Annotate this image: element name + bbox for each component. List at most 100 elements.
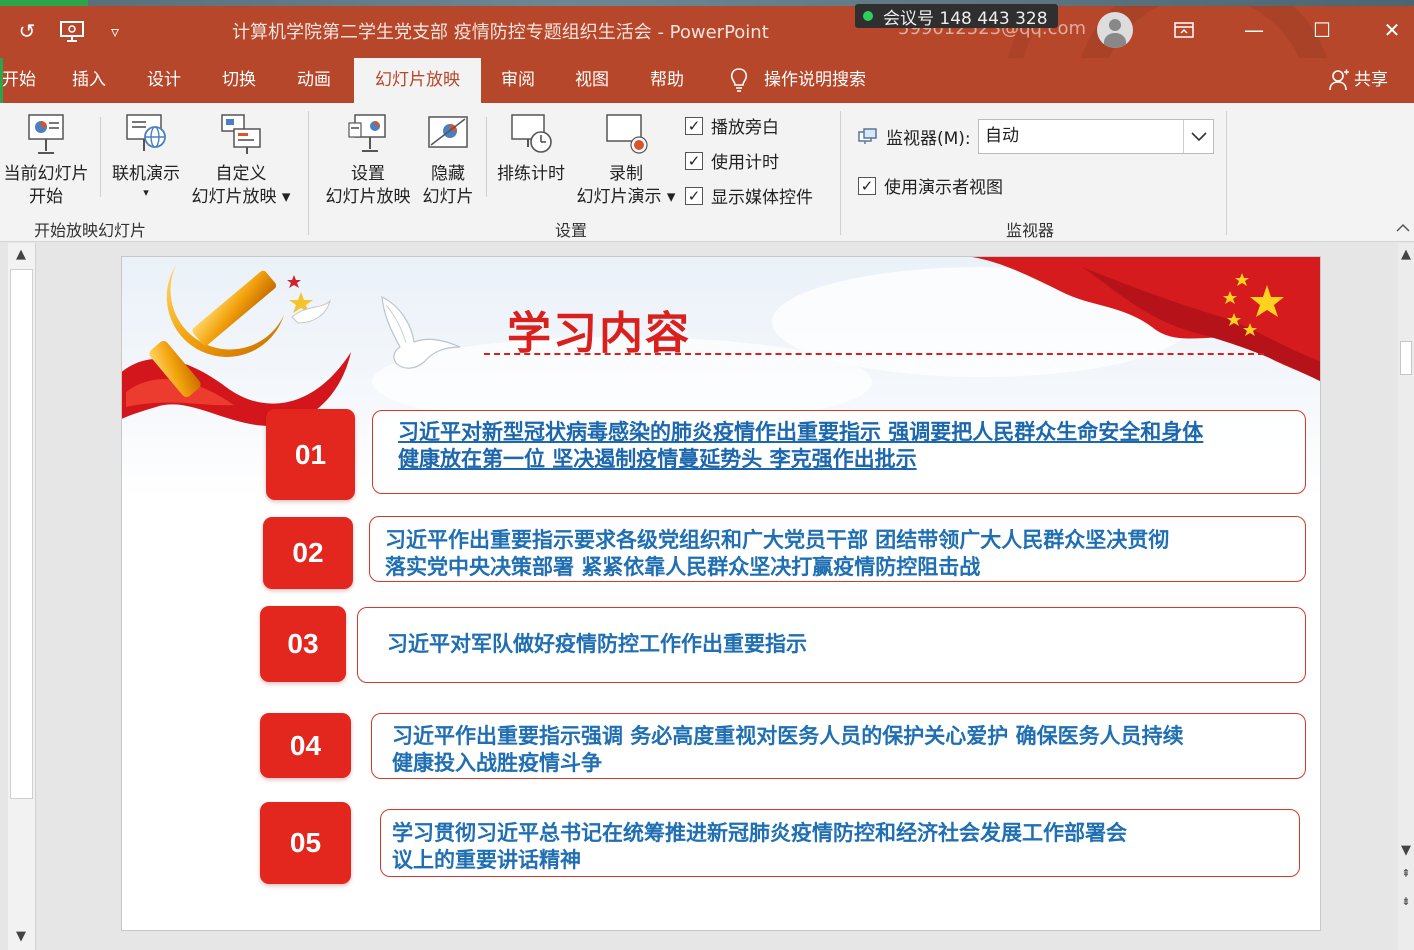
avatar[interactable] [1097,12,1133,48]
custom-slideshow-button[interactable]: 自定义 幻灯片放映 ▾ [188,111,294,209]
scroll-up-icon[interactable]: ▲ [13,247,29,262]
minimize-button[interactable]: — [1234,14,1274,46]
person-icon [1329,69,1349,91]
share-button[interactable]: 共享 [1328,58,1388,103]
rehearse-timings-button[interactable]: 排练计时 [492,111,570,186]
group-separator [308,111,309,235]
close-button[interactable]: ✕ [1372,14,1412,46]
presenter-view-checkbox[interactable]: ✓ 使用演示者视图 [858,173,1003,198]
use-timings-checkbox[interactable]: ✓ 使用计时 [685,148,779,173]
collapse-ribbon-icon[interactable] [1396,221,1410,237]
present-online-button[interactable]: 联机演示 ▾ [108,111,184,200]
tab-help[interactable]: 帮助 [650,58,684,103]
hide-slide-label-2: 幻灯片 [422,187,474,207]
record-slideshow-button[interactable]: 录制 幻灯片演示 ▾ [572,111,680,209]
checkbox-presenter-view[interactable]: ✓ [858,176,876,195]
record-slideshow-icon [603,111,649,157]
custom-slideshow-label-1: 自定义 [215,164,267,184]
present-online-dropdown-icon[interactable]: ▾ [108,186,184,200]
custom-slideshow-label-2: 幻灯片放映 ▾ [191,187,291,207]
maximize-button[interactable]: ☐ [1302,14,1342,46]
monitor-label: 监视器(M): [886,129,971,149]
content-line[interactable]: 学习贯彻习近平总书记在统筹推进新冠肺炎疫情防控和经济社会发展工作部署会 [392,820,1127,847]
slide-title[interactable]: 学习内容 [507,297,691,361]
hide-slide-label-1: 隐藏 [431,164,465,184]
tab-animations[interactable]: 动画 [297,58,331,103]
group-separator [1226,111,1227,235]
from-current-slide-button[interactable]: 当前幻灯片 开始 [0,111,92,209]
item-number-badge[interactable]: 03 [260,606,346,682]
tab-transitions[interactable]: 切换 [222,58,256,103]
screen-top-strip [0,0,1414,6]
play-narrations-label: 播放旁白 [711,118,779,138]
use-timings-label: 使用计时 [711,153,779,173]
content-line[interactable]: 习近平作出重要指示要求各级党组织和广大党员干部 团结带领广大人民群众坚决贯彻 [385,527,1169,554]
scroll-up-icon[interactable]: ▲ [1398,247,1414,262]
ribbon-display-options-button[interactable] [1164,14,1204,46]
ribbon-slideshow: 当前幻灯片 开始 联机演示 ▾ 自定义 幻灯片放映 ▾ 开始放映幻灯片 设置 幻… [0,103,1414,242]
monitor-select[interactable]: 自动 [978,119,1214,154]
custom-slideshow-icon [218,111,264,157]
rehearse-timings-icon [508,111,554,157]
tab-home[interactable]: 开始 [2,58,42,103]
meeting-badge[interactable]: 会议号 148 443 328 [855,4,1058,29]
present-from-start-icon[interactable] [56,14,88,48]
monitor-select-value: 自动 [985,126,1019,146]
slide-canvas[interactable]: 学习内容 01 习近平对新型冠状病毒感染的肺炎疫情作出重要指示 强调要把人民群众… [121,256,1321,931]
thumbnail-pane-scrollbar[interactable]: ▲ ▼ [8,243,36,950]
tell-me-search[interactable]: 操作说明搜索 [728,58,866,103]
tab-slideshow[interactable]: 幻灯片放映 [354,58,481,103]
checkbox-narrations[interactable]: ✓ [685,116,703,135]
scroll-down-icon[interactable]: ▼ [1398,843,1414,858]
next-slide-icon[interactable]: ⇟ [1398,895,1414,908]
group-label-setup: 设置 [555,221,588,240]
tell-me-label: 操作说明搜索 [764,70,866,90]
scroll-thumb[interactable] [10,269,33,799]
slideshow-current-icon [23,111,69,157]
chevron-down-icon[interactable] [1183,120,1213,153]
content-line[interactable]: 健康放在第一位 坚决遏制疫情蔓延势头 李克强作出批示 [398,446,917,473]
title-bar: ↺ ▿ 计算机学院第二学生党支部 疫情防控专题组织生活会 - PowerPoin… [0,0,1414,58]
undo-icon[interactable]: ↺ [12,14,42,48]
checkbox-media-controls[interactable]: ✓ [685,186,703,205]
window-title: 计算机学院第二学生党支部 疫情防控专题组织生活会 - PowerPoint [232,22,769,43]
present-online-label: 联机演示 [112,164,180,184]
content-line[interactable]: 习近平作出重要指示强调 务必高度重视对医务人员的保护关心爱护 确保医务人员持续 [392,723,1184,750]
record-slideshow-label-2: 幻灯片演示 ▾ [576,187,676,207]
meeting-id: 会议号 148 443 328 [883,8,1048,29]
previous-slide-icon[interactable]: ⇞ [1398,867,1414,880]
dove-image [381,295,461,369]
content-line[interactable]: 健康投入战胜疫情斗争 [392,750,602,777]
tab-design[interactable]: 设计 [147,58,181,103]
show-media-controls-checkbox[interactable]: ✓ 显示媒体控件 [685,183,813,208]
vertical-scrollbar[interactable]: ▲ ▼ ⇞ ⇟ [1398,243,1414,950]
tab-view[interactable]: 视图 [575,58,609,103]
content-line[interactable]: 落实党中央决策部署 紧紧依靠人民群众坚决打赢疫情防控阻击战 [385,554,980,581]
monitor-icon [858,127,877,144]
from-current-label-2: 开始 [29,187,63,207]
rehearse-timings-label: 排练计时 [497,164,565,184]
setup-slideshow-button[interactable]: 设置 幻灯片放映 [320,111,416,209]
tab-insert[interactable]: 插入 [72,58,106,103]
scroll-thumb[interactable] [1400,341,1412,375]
hide-slide-icon [425,111,471,157]
tab-review[interactable]: 审阅 [501,58,535,103]
item-number-badge[interactable]: 02 [263,517,353,589]
scroll-down-icon[interactable]: ▼ [13,929,29,944]
group-separator [840,111,841,235]
show-media-controls-label: 显示媒体控件 [711,188,813,208]
content-line[interactable]: 习近平对军队做好疫情防控工作作出重要指示 [387,631,807,658]
customize-toolbar-icon[interactable]: ▿ [104,14,126,48]
checkbox-timings[interactable]: ✓ [685,151,703,170]
content-line[interactable]: 议上的重要讲话精神 [392,847,581,874]
item-number-badge[interactable]: 05 [260,802,351,884]
play-narrations-checkbox[interactable]: ✓ 播放旁白 [685,113,779,138]
item-number-badge[interactable]: 04 [260,713,351,778]
from-current-label-1: 当前幻灯片 [3,164,89,184]
item-number-badge[interactable]: 01 [266,409,355,500]
group-label-start: 开始放映幻灯片 [34,221,147,240]
flag-image [972,257,1320,382]
content-line[interactable]: 习近平对新型冠状病毒感染的肺炎疫情作出重要指示 强调要把人民群众生命安全和身体 [398,419,1203,446]
editing-area: ▲ ▼ 学习内容 01 习近平对新型冠状病毒感染的肺炎疫情作出重要指示 强调要把… [0,243,1414,950]
hide-slide-button[interactable]: 隐藏 幻灯片 [418,111,478,209]
